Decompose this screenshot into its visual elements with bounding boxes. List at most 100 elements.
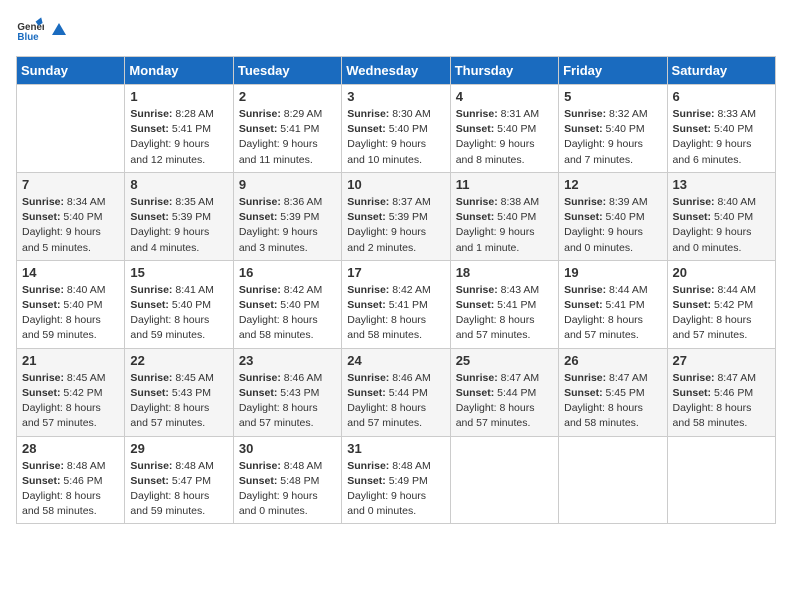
- day-info: Sunrise: 8:48 AMSunset: 5:49 PMDaylight:…: [347, 459, 444, 520]
- day-number: 17: [347, 265, 444, 280]
- day-info: Sunrise: 8:32 AMSunset: 5:40 PMDaylight:…: [564, 107, 661, 168]
- day-number: 27: [673, 353, 770, 368]
- day-number: 10: [347, 177, 444, 192]
- day-info: Sunrise: 8:36 AMSunset: 5:39 PMDaylight:…: [239, 195, 336, 256]
- day-info: Sunrise: 8:44 AMSunset: 5:41 PMDaylight:…: [564, 283, 661, 344]
- calendar-cell: 15 Sunrise: 8:41 AMSunset: 5:40 PMDayligh…: [125, 260, 233, 348]
- day-number: 5: [564, 89, 661, 104]
- column-header-friday: Friday: [559, 57, 667, 85]
- day-number: 1: [130, 89, 227, 104]
- header: General Blue: [16, 16, 776, 44]
- calendar-cell: 25 Sunrise: 8:47 AMSunset: 5:44 PMDayligh…: [450, 348, 558, 436]
- day-number: 24: [347, 353, 444, 368]
- day-number: 23: [239, 353, 336, 368]
- calendar-week-row: 14 Sunrise: 8:40 AMSunset: 5:40 PMDayligh…: [17, 260, 776, 348]
- calendar-cell: 24Sunrise: 8:46 AMSunset: 5:44 PMDayligh…: [342, 348, 450, 436]
- day-info: Sunrise: 8:33 AMSunset: 5:40 PMDaylight:…: [673, 107, 770, 168]
- day-number: 20: [673, 265, 770, 280]
- day-number: 18: [456, 265, 553, 280]
- day-info: Sunrise: 8:35 AMSunset: 5:39 PMDaylight:…: [130, 195, 227, 256]
- calendar-cell: 5 Sunrise: 8:32 AMSunset: 5:40 PMDaylight…: [559, 85, 667, 173]
- column-header-wednesday: Wednesday: [342, 57, 450, 85]
- day-number: 7: [22, 177, 119, 192]
- day-number: 2: [239, 89, 336, 104]
- calendar-cell: 16Sunrise: 8:42 AMSunset: 5:40 PMDayligh…: [233, 260, 341, 348]
- calendar-cell: 8 Sunrise: 8:35 AMSunset: 5:39 PMDaylight…: [125, 172, 233, 260]
- day-number: 14: [22, 265, 119, 280]
- day-info: Sunrise: 8:44 AMSunset: 5:42 PMDaylight:…: [673, 283, 770, 344]
- day-info: Sunrise: 8:43 AMSunset: 5:41 PMDaylight:…: [456, 283, 553, 344]
- column-header-tuesday: Tuesday: [233, 57, 341, 85]
- day-number: 6: [673, 89, 770, 104]
- calendar-cell: 1 Sunrise: 8:28 AMSunset: 5:41 PMDaylight…: [125, 85, 233, 173]
- calendar-week-row: 1 Sunrise: 8:28 AMSunset: 5:41 PMDaylight…: [17, 85, 776, 173]
- svg-text:Blue: Blue: [17, 32, 39, 43]
- day-info: Sunrise: 8:30 AMSunset: 5:40 PMDaylight:…: [347, 107, 444, 168]
- day-info: Sunrise: 8:38 AMSunset: 5:40 PMDaylight:…: [456, 195, 553, 256]
- calendar-cell: 3Sunrise: 8:30 AMSunset: 5:40 PMDaylight…: [342, 85, 450, 173]
- day-number: 22: [130, 353, 227, 368]
- day-number: 21: [22, 353, 119, 368]
- day-number: 13: [673, 177, 770, 192]
- day-number: 28: [22, 441, 119, 456]
- calendar-cell: 22 Sunrise: 8:45 AMSunset: 5:43 PMDayligh…: [125, 348, 233, 436]
- calendar-cell: 29Sunrise: 8:48 AMSunset: 5:47 PMDayligh…: [125, 436, 233, 524]
- calendar-cell: 26Sunrise: 8:47 AMSunset: 5:45 PMDayligh…: [559, 348, 667, 436]
- day-number: 19: [564, 265, 661, 280]
- day-info: Sunrise: 8:28 AMSunset: 5:41 PMDaylight:…: [130, 107, 227, 168]
- day-info: Sunrise: 8:41 AMSunset: 5:40 PMDaylight:…: [130, 283, 227, 344]
- calendar-table: SundayMondayTuesdayWednesdayThursdayFrid…: [16, 56, 776, 524]
- calendar-cell: 9 Sunrise: 8:36 AMSunset: 5:39 PMDaylight…: [233, 172, 341, 260]
- day-info: Sunrise: 8:45 AMSunset: 5:43 PMDaylight:…: [130, 371, 227, 432]
- day-info: Sunrise: 8:34 AMSunset: 5:40 PMDaylight:…: [22, 195, 119, 256]
- calendar-cell: 27 Sunrise: 8:47 AMSunset: 5:46 PMDayligh…: [667, 348, 775, 436]
- day-number: 25: [456, 353, 553, 368]
- calendar-cell: 17 Sunrise: 8:42 AMSunset: 5:41 PMDayligh…: [342, 260, 450, 348]
- calendar-cell: 19 Sunrise: 8:44 AMSunset: 5:41 PMDayligh…: [559, 260, 667, 348]
- calendar-cell: 14 Sunrise: 8:40 AMSunset: 5:40 PMDayligh…: [17, 260, 125, 348]
- day-info: Sunrise: 8:48 AMSunset: 5:46 PMDaylight:…: [22, 459, 119, 520]
- column-header-sunday: Sunday: [17, 57, 125, 85]
- day-info: Sunrise: 8:31 AMSunset: 5:40 PMDaylight:…: [456, 107, 553, 168]
- day-info: Sunrise: 8:48 AMSunset: 5:48 PMDaylight:…: [239, 459, 336, 520]
- calendar-cell: 10Sunrise: 8:37 AMSunset: 5:39 PMDayligh…: [342, 172, 450, 260]
- calendar-cell: 28 Sunrise: 8:48 AMSunset: 5:46 PMDayligh…: [17, 436, 125, 524]
- day-number: 8: [130, 177, 227, 192]
- calendar-cell: 23Sunrise: 8:46 AMSunset: 5:43 PMDayligh…: [233, 348, 341, 436]
- day-number: 9: [239, 177, 336, 192]
- logo-arrow-icon: [50, 21, 68, 39]
- day-info: Sunrise: 8:39 AMSunset: 5:40 PMDaylight:…: [564, 195, 661, 256]
- day-info: Sunrise: 8:42 AMSunset: 5:41 PMDaylight:…: [347, 283, 444, 344]
- calendar-week-row: 28 Sunrise: 8:48 AMSunset: 5:46 PMDayligh…: [17, 436, 776, 524]
- day-info: Sunrise: 8:47 AMSunset: 5:45 PMDaylight:…: [564, 371, 661, 432]
- day-number: 31: [347, 441, 444, 456]
- calendar-cell: 7 Sunrise: 8:34 AMSunset: 5:40 PMDaylight…: [17, 172, 125, 260]
- calendar-cell: [559, 436, 667, 524]
- calendar-cell: 18 Sunrise: 8:43 AMSunset: 5:41 PMDayligh…: [450, 260, 558, 348]
- calendar-cell: [667, 436, 775, 524]
- day-number: 11: [456, 177, 553, 192]
- day-info: Sunrise: 8:40 AMSunset: 5:40 PMDaylight:…: [673, 195, 770, 256]
- calendar-cell: [450, 436, 558, 524]
- calendar-cell: 30Sunrise: 8:48 AMSunset: 5:48 PMDayligh…: [233, 436, 341, 524]
- calendar-cell: 13 Sunrise: 8:40 AMSunset: 5:40 PMDayligh…: [667, 172, 775, 260]
- calendar-cell: [17, 85, 125, 173]
- calendar-cell: 2 Sunrise: 8:29 AMSunset: 5:41 PMDaylight…: [233, 85, 341, 173]
- day-number: 15: [130, 265, 227, 280]
- day-number: 12: [564, 177, 661, 192]
- calendar-cell: 6 Sunrise: 8:33 AMSunset: 5:40 PMDaylight…: [667, 85, 775, 173]
- logo: General Blue: [16, 16, 68, 44]
- column-header-saturday: Saturday: [667, 57, 775, 85]
- day-info: Sunrise: 8:47 AMSunset: 5:44 PMDaylight:…: [456, 371, 553, 432]
- day-info: Sunrise: 8:42 AMSunset: 5:40 PMDaylight:…: [239, 283, 336, 344]
- day-number: 4: [456, 89, 553, 104]
- day-info: Sunrise: 8:47 AMSunset: 5:46 PMDaylight:…: [673, 371, 770, 432]
- column-header-thursday: Thursday: [450, 57, 558, 85]
- day-number: 29: [130, 441, 227, 456]
- calendar-cell: 12 Sunrise: 8:39 AMSunset: 5:40 PMDayligh…: [559, 172, 667, 260]
- calendar-cell: 31 Sunrise: 8:48 AMSunset: 5:49 PMDayligh…: [342, 436, 450, 524]
- day-info: Sunrise: 8:45 AMSunset: 5:42 PMDaylight:…: [22, 371, 119, 432]
- day-info: Sunrise: 8:29 AMSunset: 5:41 PMDaylight:…: [239, 107, 336, 168]
- day-info: Sunrise: 8:40 AMSunset: 5:40 PMDaylight:…: [22, 283, 119, 344]
- column-header-monday: Monday: [125, 57, 233, 85]
